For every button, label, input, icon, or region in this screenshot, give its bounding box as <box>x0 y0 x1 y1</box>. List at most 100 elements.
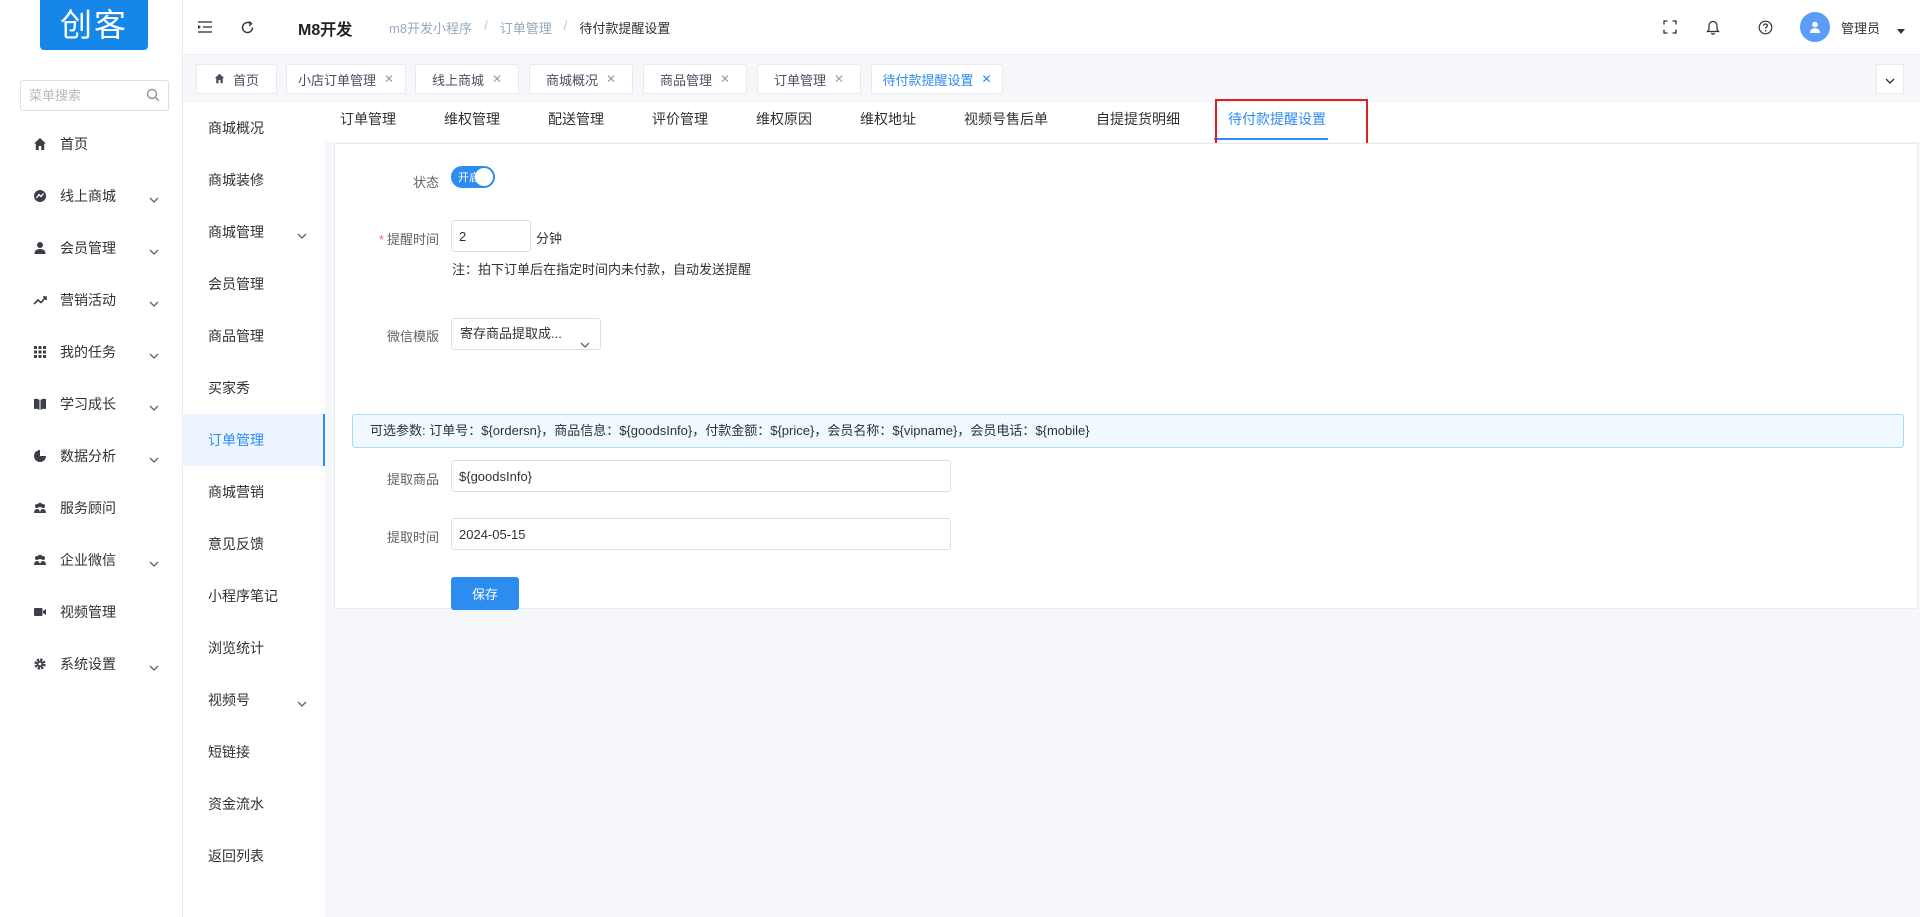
close-icon[interactable]: ✕ <box>720 72 730 86</box>
menu-fold-icon[interactable] <box>195 17 215 37</box>
sidebar-item-marketing[interactable]: 营销活动 <box>0 274 183 326</box>
template-select[interactable]: 寄存商品提取成... <box>451 318 601 350</box>
tab-label: 线上商城 <box>431 72 484 88</box>
tab-label: 小店订单管理 <box>297 72 376 88</box>
fullscreen-icon[interactable] <box>1660 17 1680 37</box>
subnav-item-back-to-list[interactable]: 返回列表 <box>183 830 325 882</box>
subnav-label: 浏览统计 <box>208 640 264 656</box>
subnav-item-orders[interactable]: 订单管理 <box>183 414 325 466</box>
breadcrumb-separator: / <box>563 18 568 33</box>
save-button[interactable]: 保存 <box>451 577 519 610</box>
tab-shop-orders[interactable]: 小店订单管理 ✕ <box>286 64 406 94</box>
close-icon[interactable]: ✕ <box>981 72 991 86</box>
topnav-reviews[interactable]: 评价管理 <box>652 102 708 142</box>
chevron-down-icon <box>149 398 159 414</box>
subnav-item-buyer-show[interactable]: 买家秀 <box>183 362 325 414</box>
sidebar-item-consultant[interactable]: 服务顾问 <box>0 482 183 534</box>
sidebar-item-label: 营销活动 <box>60 292 116 308</box>
subnav-item-feedback[interactable]: 意见反馈 <box>183 518 325 570</box>
topnav-rights-address[interactable]: 维权地址 <box>860 102 916 142</box>
chevron-down-icon <box>149 242 159 258</box>
chevron-down-icon <box>149 450 159 466</box>
subnav-item-mall-marketing[interactable]: 商城营销 <box>183 466 325 518</box>
subnav-label: 商城营销 <box>208 484 264 500</box>
remind-time-input[interactable] <box>451 220 531 252</box>
help-icon[interactable] <box>1755 17 1775 37</box>
goods-input[interactable] <box>451 460 951 492</box>
refresh-icon[interactable] <box>237 17 257 37</box>
topnav-video-aftersale[interactable]: 视频号售后单 <box>964 102 1048 142</box>
breadcrumb-item[interactable]: m8开发小程序 <box>389 18 472 37</box>
tab-home[interactable]: 首页 <box>196 64 277 94</box>
sidebar-item-online-mall[interactable]: 线上商城 <box>0 170 183 222</box>
chevron-down-icon <box>149 294 159 310</box>
search-icon[interactable] <box>146 88 160 105</box>
tabs-more-button[interactable] <box>1876 64 1904 94</box>
time-label: 提取时间 <box>386 530 439 545</box>
tab-payment-reminder[interactable]: 待付款提醒设置 ✕ <box>871 64 1003 94</box>
avatar[interactable] <box>1800 12 1830 42</box>
subnav-label: 小程序笔记 <box>208 588 278 604</box>
gear-icon <box>32 656 48 672</box>
sidebar: 创客 首页 线上商城 会员管理 营销活动 我的任务 <box>0 0 183 917</box>
topnav-delivery[interactable]: 配送管理 <box>548 102 604 142</box>
params-alert: 可选参数: 订单号：${ordersn}，商品信息：${goodsInfo}，付… <box>352 414 1904 448</box>
sidebar-item-tasks[interactable]: 我的任务 <box>0 326 183 378</box>
sidebar-item-video[interactable]: 视频管理 <box>0 586 183 638</box>
tab-orders[interactable]: 订单管理 ✕ <box>757 64 861 94</box>
sidebar-item-learning[interactable]: 学习成长 <box>0 378 183 430</box>
main-menu: 首页 线上商城 会员管理 营销活动 我的任务 学习成长 数据分析 服务顾问 企业… <box>0 118 183 690</box>
topnav-payment-reminder[interactable]: 待付款提醒设置 <box>1228 102 1326 142</box>
subnav-item-mall-decoration[interactable]: 商城装修 <box>183 154 325 206</box>
subnav-item-short-links[interactable]: 短链接 <box>183 726 325 778</box>
template-label: 微信模版 <box>386 329 439 344</box>
status-toggle[interactable]: 开启 <box>451 166 495 188</box>
topnav-orders[interactable]: 订单管理 <box>340 102 396 142</box>
chevron-down-icon <box>580 329 590 359</box>
topnav-rights[interactable]: 维权管理 <box>444 102 500 142</box>
subnav-item-mall-management[interactable]: 商城管理 <box>183 206 325 258</box>
menu-search <box>20 80 169 111</box>
subnav-label: 买家秀 <box>208 380 250 396</box>
user-name[interactable]: 管理员 <box>1841 18 1880 37</box>
caret-down-icon[interactable] <box>1897 21 1905 37</box>
subnav-item-browse-stats[interactable]: 浏览统计 <box>183 622 325 674</box>
subnav-item-cash-flow[interactable]: 资金流水 <box>183 778 325 830</box>
trend-icon <box>32 292 48 308</box>
subnav-item-goods[interactable]: 商品管理 <box>183 310 325 362</box>
chevron-down-icon <box>149 190 159 206</box>
bell-icon[interactable] <box>1703 17 1723 37</box>
sidebar-item-wecom[interactable]: 企业微信 <box>0 534 183 586</box>
subnav-label: 会员管理 <box>208 276 264 292</box>
breadcrumb-item[interactable]: 订单管理 <box>500 18 552 37</box>
subnav-item-members[interactable]: 会员管理 <box>183 258 325 310</box>
sidebar-item-home[interactable]: 首页 <box>0 118 183 170</box>
chevron-down-icon <box>1885 71 1895 87</box>
close-icon[interactable]: ✕ <box>606 72 616 86</box>
tab-online-mall[interactable]: 线上商城 ✕ <box>415 64 519 94</box>
pie-icon <box>32 448 48 464</box>
chevron-down-icon <box>149 346 159 362</box>
topnav-pickup-details[interactable]: 自提提货明细 <box>1096 102 1180 142</box>
subnav-item-channels[interactable]: 视频号 <box>183 674 325 726</box>
close-icon[interactable]: ✕ <box>834 72 844 86</box>
menu-search-input[interactable] <box>21 81 141 110</box>
sidebar-item-label: 企业微信 <box>60 552 116 568</box>
time-input[interactable] <box>451 518 951 550</box>
tab-label: 首页 <box>232 72 259 88</box>
subnav-item-mall-overview[interactable]: 商城概况 <box>183 102 325 154</box>
subnav-item-notes[interactable]: 小程序笔记 <box>183 570 325 622</box>
topnav-rights-reasons[interactable]: 维权原因 <box>756 102 812 142</box>
content-area: 订单管理 维权管理 配送管理 评价管理 维权原因 维权地址 视频号售后单 自提提… <box>325 99 1920 917</box>
tab-mall-overview[interactable]: 商城概况 ✕ <box>529 64 633 94</box>
sidebar-item-settings[interactable]: 系统设置 <box>0 638 183 690</box>
tab-goods[interactable]: 商品管理 ✕ <box>643 64 747 94</box>
sidebar-item-analytics[interactable]: 数据分析 <box>0 430 183 482</box>
close-icon[interactable]: ✕ <box>492 72 502 86</box>
sidebar-item-members[interactable]: 会员管理 <box>0 222 183 274</box>
chevron-down-icon <box>297 226 307 242</box>
close-icon[interactable]: ✕ <box>384 72 394 86</box>
status-label: 状态 <box>412 175 439 190</box>
home-icon <box>32 136 48 152</box>
tab-label: 待付款提醒设置 <box>882 72 974 88</box>
